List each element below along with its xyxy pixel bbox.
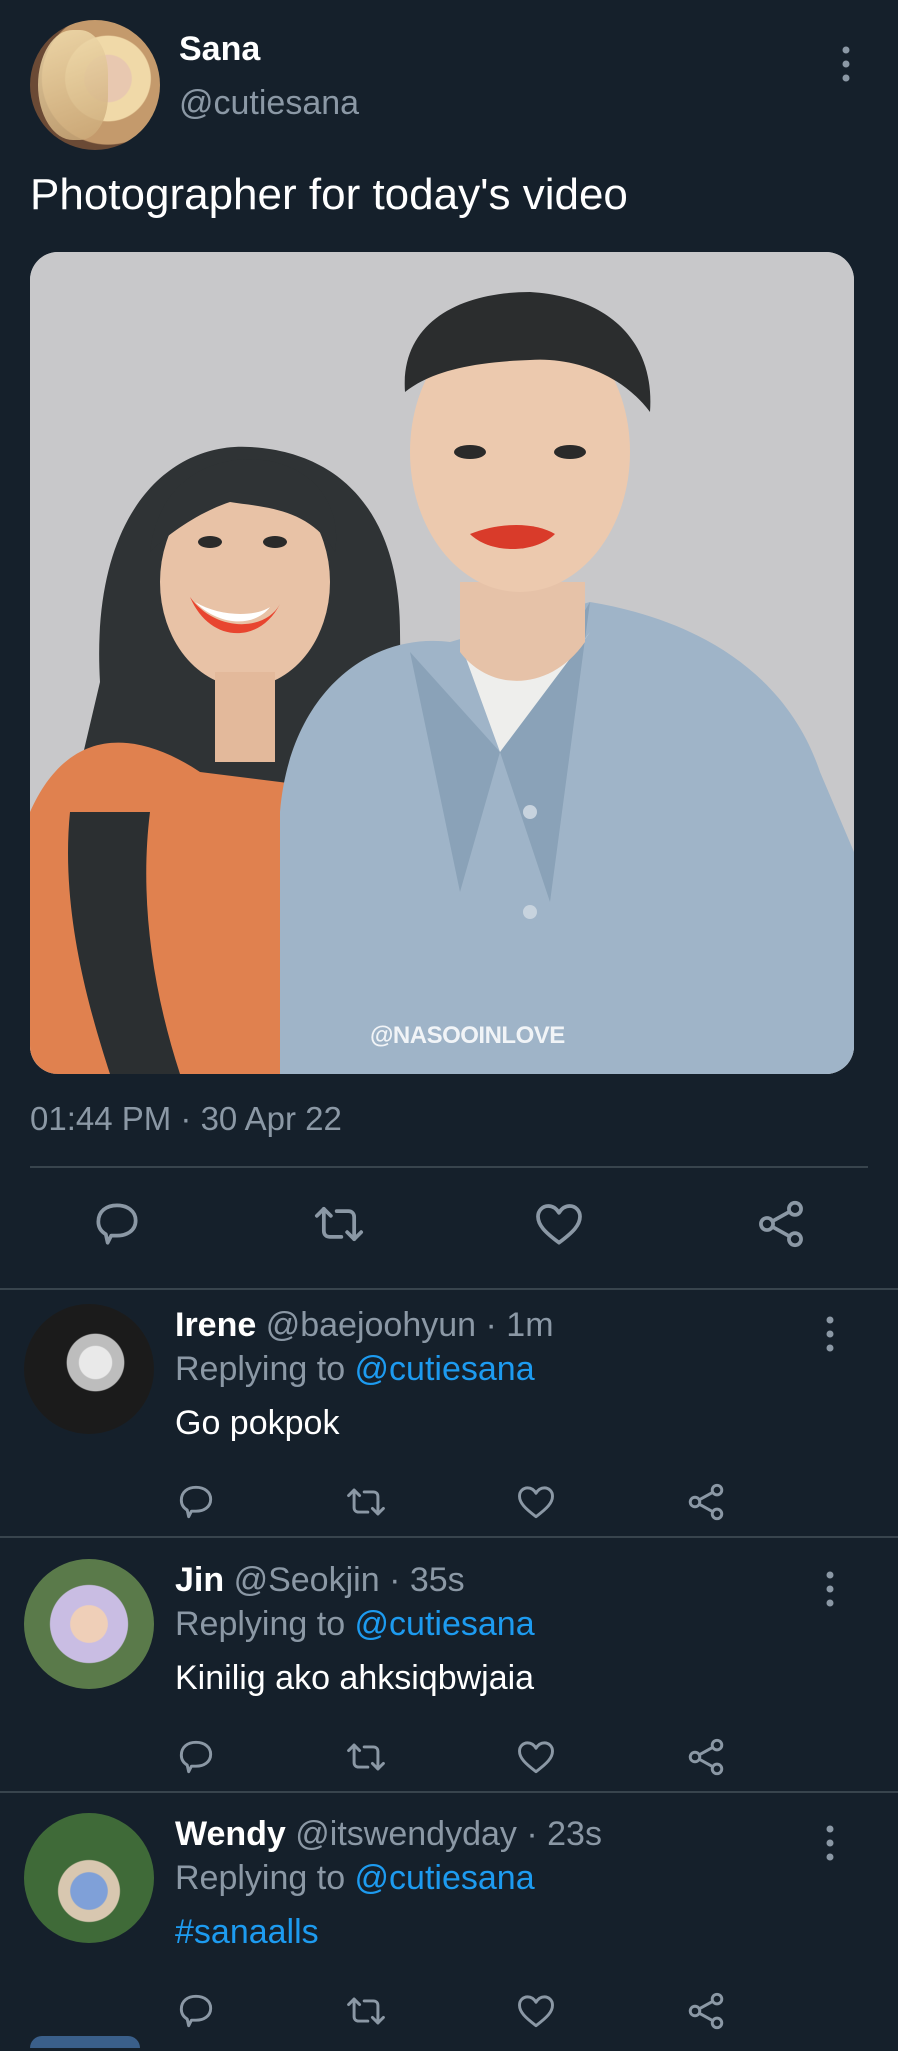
- divider: [0, 1536, 898, 1538]
- heart-icon[interactable]: [514, 1480, 558, 1524]
- replying-to-label: Replying to: [175, 1350, 355, 1388]
- reply-author-handle[interactable]: @Seokjin: [234, 1561, 380, 1599]
- reply-icon[interactable]: [174, 1480, 218, 1524]
- reply-author-handle[interactable]: @baejoohyun: [266, 1306, 476, 1344]
- next-reply-avatar[interactable]: [30, 2036, 140, 2048]
- author-name[interactable]: Sana: [179, 30, 260, 69]
- heart-icon[interactable]: [514, 1989, 558, 2033]
- share-icon[interactable]: [753, 1196, 809, 1252]
- replying-to-mention[interactable]: @cutiesana: [355, 1605, 535, 1643]
- reply-time: · 35s: [389, 1561, 465, 1599]
- share-icon[interactable]: [684, 1989, 728, 2033]
- reply-actions: [0, 1480, 898, 1530]
- author-handle[interactable]: @cutiesana: [179, 84, 359, 123]
- reply-time: · 23s: [526, 1815, 602, 1853]
- heart-icon[interactable]: [514, 1735, 558, 1779]
- reply-hashtag-link[interactable]: #sanaalls: [175, 1913, 319, 1952]
- reply-actions: [0, 1989, 898, 2039]
- divider: [30, 1166, 868, 1168]
- divider: [0, 1791, 898, 1793]
- author-avatar[interactable]: [30, 20, 160, 150]
- reply-tweet[interactable]: Irene @baejoohyun · 1m Replying to @cuti…: [0, 1290, 898, 1542]
- tweet-text: Photographer for today's video: [30, 170, 628, 219]
- reply-avatar[interactable]: [24, 1813, 154, 1943]
- reply-time: · 1m: [485, 1306, 554, 1344]
- reply-header: Irene @baejoohyun · 1m: [175, 1306, 554, 1345]
- replying-to-line: Replying to @cutiesana: [175, 1859, 535, 1898]
- tweet-timestamp[interactable]: 01:44 PM · 30 Apr 22: [30, 1100, 342, 1138]
- reply-header: Jin @Seokjin · 35s: [175, 1561, 465, 1600]
- reply-text: Kinilig ako ahksiqbwjaia: [175, 1659, 535, 1697]
- replying-to-line: Replying to @cutiesana: [175, 1350, 535, 1389]
- tweet-media-image[interactable]: @NASOOINLOVE: [30, 252, 854, 1074]
- tweet-actions: [0, 1196, 898, 1256]
- retweet-icon[interactable]: [344, 1735, 388, 1779]
- replying-to-mention[interactable]: @cutiesana: [355, 1859, 535, 1897]
- replying-to-label: Replying to: [175, 1859, 355, 1897]
- replying-to-line: Replying to @cutiesana: [175, 1605, 535, 1644]
- reply-text: Go pokpok: [175, 1404, 340, 1442]
- reply-avatar[interactable]: [24, 1304, 154, 1434]
- heart-icon[interactable]: [531, 1196, 587, 1252]
- reply-tweet[interactable]: Wendy @itswendyday · 23s Replying to @cu…: [0, 1799, 898, 2051]
- retweet-icon[interactable]: [311, 1196, 367, 1252]
- reply-icon[interactable]: [89, 1196, 145, 1252]
- reply-icon[interactable]: [174, 1989, 218, 2033]
- reply-author-name[interactable]: Jin: [175, 1561, 224, 1599]
- more-options-icon[interactable]: [820, 1314, 840, 1354]
- retweet-icon[interactable]: [344, 1989, 388, 2033]
- media-watermark: @NASOOINLOVE: [370, 1022, 565, 1049]
- reply-icon[interactable]: [174, 1735, 218, 1779]
- replying-to-mention[interactable]: @cutiesana: [355, 1350, 535, 1388]
- reply-author-name[interactable]: Irene: [175, 1306, 256, 1344]
- more-options-icon[interactable]: [820, 1823, 840, 1863]
- reply-avatar[interactable]: [24, 1559, 154, 1689]
- share-icon[interactable]: [684, 1480, 728, 1524]
- reply-author-handle[interactable]: @itswendyday: [295, 1815, 517, 1853]
- main-tweet: Sana @cutiesana Photographer for today's…: [0, 0, 898, 1288]
- reply-author-name[interactable]: Wendy: [175, 1815, 286, 1853]
- share-icon[interactable]: [684, 1735, 728, 1779]
- more-options-icon[interactable]: [820, 1569, 840, 1609]
- reply-header: Wendy @itswendyday · 23s: [175, 1815, 602, 1854]
- retweet-icon[interactable]: [344, 1480, 388, 1524]
- replying-to-label: Replying to: [175, 1605, 355, 1643]
- reply-tweet[interactable]: Jin @Seokjin · 35s Replying to @cutiesan…: [0, 1545, 898, 1797]
- more-options-icon[interactable]: [836, 44, 856, 84]
- reply-actions: [0, 1735, 898, 1785]
